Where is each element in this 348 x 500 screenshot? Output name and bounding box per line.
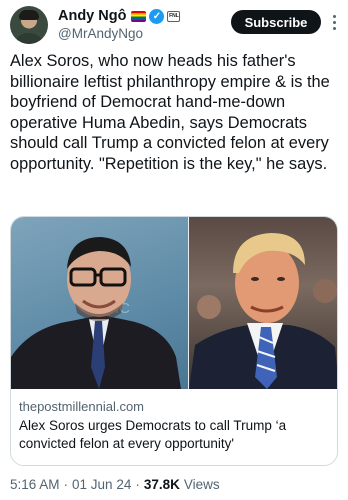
more-dot — [332, 14, 336, 18]
more-dot — [332, 20, 336, 24]
more-dot — [332, 26, 336, 30]
link-card[interactable]: LD IC — [10, 216, 338, 466]
tweet-header: Andy Ngô ✓ FNL @MrAndyNgo Subscribe — [10, 6, 340, 46]
views-count[interactable]: 37.8K — [144, 477, 180, 492]
avatar-hair — [19, 10, 39, 20]
card-image-left-photo: LD IC — [11, 217, 188, 389]
footer-separator: · — [135, 477, 140, 492]
card-title[interactable]: Alex Soros urges Democrats to call Trump… — [19, 417, 331, 453]
tweet-footer: 5:16 AM · 01 Jun 24 · 37.8K Views — [10, 477, 220, 492]
donald-trump-photo — [189, 233, 337, 389]
display-name-row: Andy Ngô ✓ FNL — [58, 7, 181, 25]
author-handle[interactable]: @MrAndyNgo — [58, 26, 180, 41]
footer-separator: · — [63, 477, 69, 492]
card-image[interactable]: LD IC — [11, 217, 337, 389]
card-domain: thepostmillennial.com — [19, 399, 145, 414]
tweet-time[interactable]: 5:16 AM — [10, 477, 60, 492]
author-avatar[interactable] — [10, 6, 48, 44]
affiliate-badge-icon[interactable]: FNL — [167, 10, 181, 22]
more-options-icon[interactable] — [328, 12, 340, 32]
card-image-right-photo — [189, 217, 337, 389]
card-meta[interactable]: thepostmillennial.com Alex Soros urges D… — [11, 389, 337, 465]
tweet-text: Alex Soros, who now heads his father's b… — [10, 52, 330, 173]
author-display-name[interactable]: Andy Ngô — [58, 8, 126, 24]
subscribe-button[interactable]: Subscribe — [231, 10, 321, 34]
verified-badge-icon[interactable]: ✓ — [149, 8, 165, 24]
views-label: Views — [183, 477, 220, 492]
rainbow-flag-icon — [131, 10, 147, 22]
alex-soros-photo: LD IC — [11, 237, 181, 389]
tweet-date[interactable]: 01 Jun 24 — [72, 477, 131, 492]
author-names: Andy Ngô ✓ FNL @MrAndyNgo — [58, 7, 181, 41]
avatar-shirt — [14, 33, 44, 44]
